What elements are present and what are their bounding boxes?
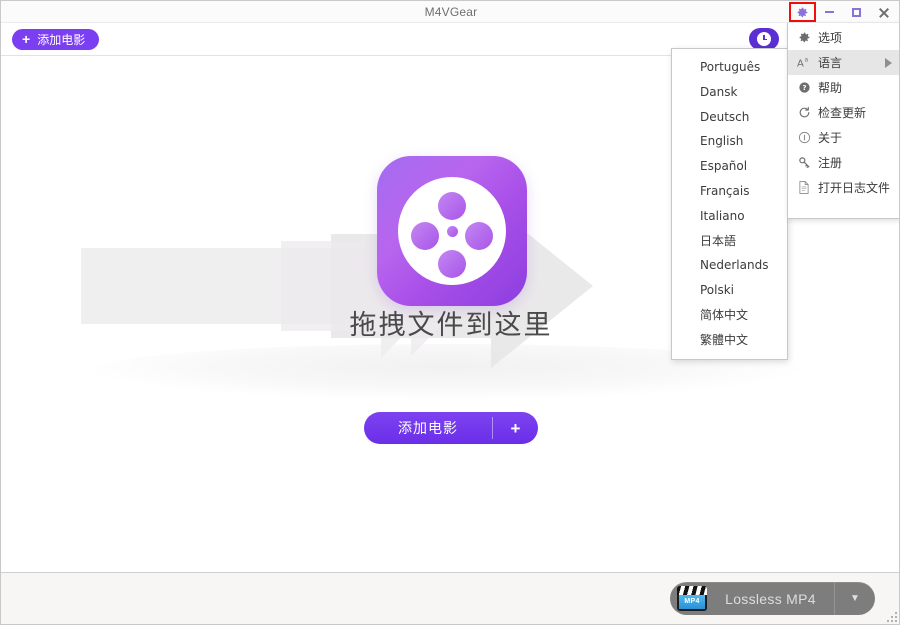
menu-item-label: 检查更新 [818,106,867,120]
language-option[interactable]: Italiano [672,204,787,229]
menu-item-language[interactable]: A a 语言 [788,50,899,75]
mp4-badge-label: MP4 [679,595,705,609]
svg-text:?: ? [802,83,806,92]
plus-icon: + [22,31,31,47]
language-option[interactable]: English [672,129,787,154]
document-icon [794,181,814,194]
history-button[interactable] [749,28,779,50]
add-movie-button-main[interactable]: 添加电影 + [364,412,538,444]
language-option[interactable]: Deutsch [672,105,787,130]
language-option[interactable]: Dansk [672,80,787,105]
window-controls [789,1,897,23]
language-icon: A a [794,56,814,69]
language-option[interactable]: 日本語 [672,229,787,254]
clapperboard-stripes [677,586,707,595]
chevron-right-icon [885,58,892,68]
menu-item-label: 关于 [818,131,843,145]
menu-item-label: 帮助 [818,81,843,95]
key-icon [794,156,814,169]
chevron-down-icon[interactable]: ▼ [835,593,875,604]
language-option[interactable]: Español [672,154,787,179]
bottom-bar: MP4 Lossless MP4 ▼ [1,572,899,624]
clock-icon [757,32,771,46]
output-format-label: Lossless MP4 [725,590,816,607]
refresh-icon [794,106,814,119]
language-option[interactable]: 简体中文 [672,303,787,328]
mp4-file-icon: MP4 [677,586,707,611]
reel-hole-right [465,222,493,250]
menu-item-about[interactable]: 关于 [788,125,899,150]
settings-menu: 选项 A a 语言 ? 帮助 检查更新 关于 注册 打开日志文件 [787,23,899,219]
add-movie-label: 添加电影 [37,33,86,47]
close-icon [878,7,889,18]
menu-item-options[interactable]: 选项 [788,25,899,50]
reel-hole-bottom [438,250,466,278]
svg-text:a: a [804,58,808,64]
menu-item-label: 语言 [818,56,843,70]
maximize-button[interactable] [843,2,870,22]
reel-hole-center [447,226,458,237]
menu-item-check-update[interactable]: 检查更新 [788,100,899,125]
maximize-icon [852,7,861,17]
reel-disc [398,177,506,285]
menu-item-help[interactable]: ? 帮助 [788,75,899,100]
minimize-icon [825,11,834,13]
minimize-button[interactable] [816,2,843,22]
add-movie-main-label: 添加电影 [398,420,458,436]
title-bar: M4VGear [1,1,899,23]
gear-icon [797,7,808,17]
menu-item-label: 注册 [818,156,843,170]
language-option[interactable]: 繁體中文 [672,328,787,353]
menu-item-label: 打开日志文件 [818,181,891,195]
film-reel-logo [377,156,527,306]
add-movie-plus-icon[interactable]: + [493,420,538,437]
settings-gear-button[interactable] [789,2,816,22]
menu-item-label: 选项 [818,31,843,45]
language-option[interactable]: Français [672,179,787,204]
help-icon: ? [794,81,814,94]
resize-grip[interactable] [887,612,897,622]
language-submenu: Português Dansk Deutsch English Español … [671,48,788,360]
menu-item-register[interactable]: 注册 [788,150,899,175]
info-icon [794,131,814,144]
menu-item-open-log[interactable]: 打开日志文件 [788,175,899,200]
add-movie-button-toolbar[interactable]: + 添加电影 [12,29,100,50]
page-title: M4VGear [424,5,478,19]
svg-text:A: A [797,59,804,69]
reel-hole-left [411,222,439,250]
close-button[interactable] [870,2,897,22]
output-format-dropdown[interactable]: MP4 Lossless MP4 ▼ [670,582,875,615]
language-option[interactable]: Polski [672,278,787,303]
gear-icon [794,31,814,44]
language-option[interactable]: Português [672,55,787,80]
reel-hole-top [438,192,466,220]
app-window: M4VGear + 添加电影 拖拽文件到这里 添加电影 + MP4 Lossle… [0,0,900,625]
language-option[interactable]: Nederlands [672,253,787,278]
